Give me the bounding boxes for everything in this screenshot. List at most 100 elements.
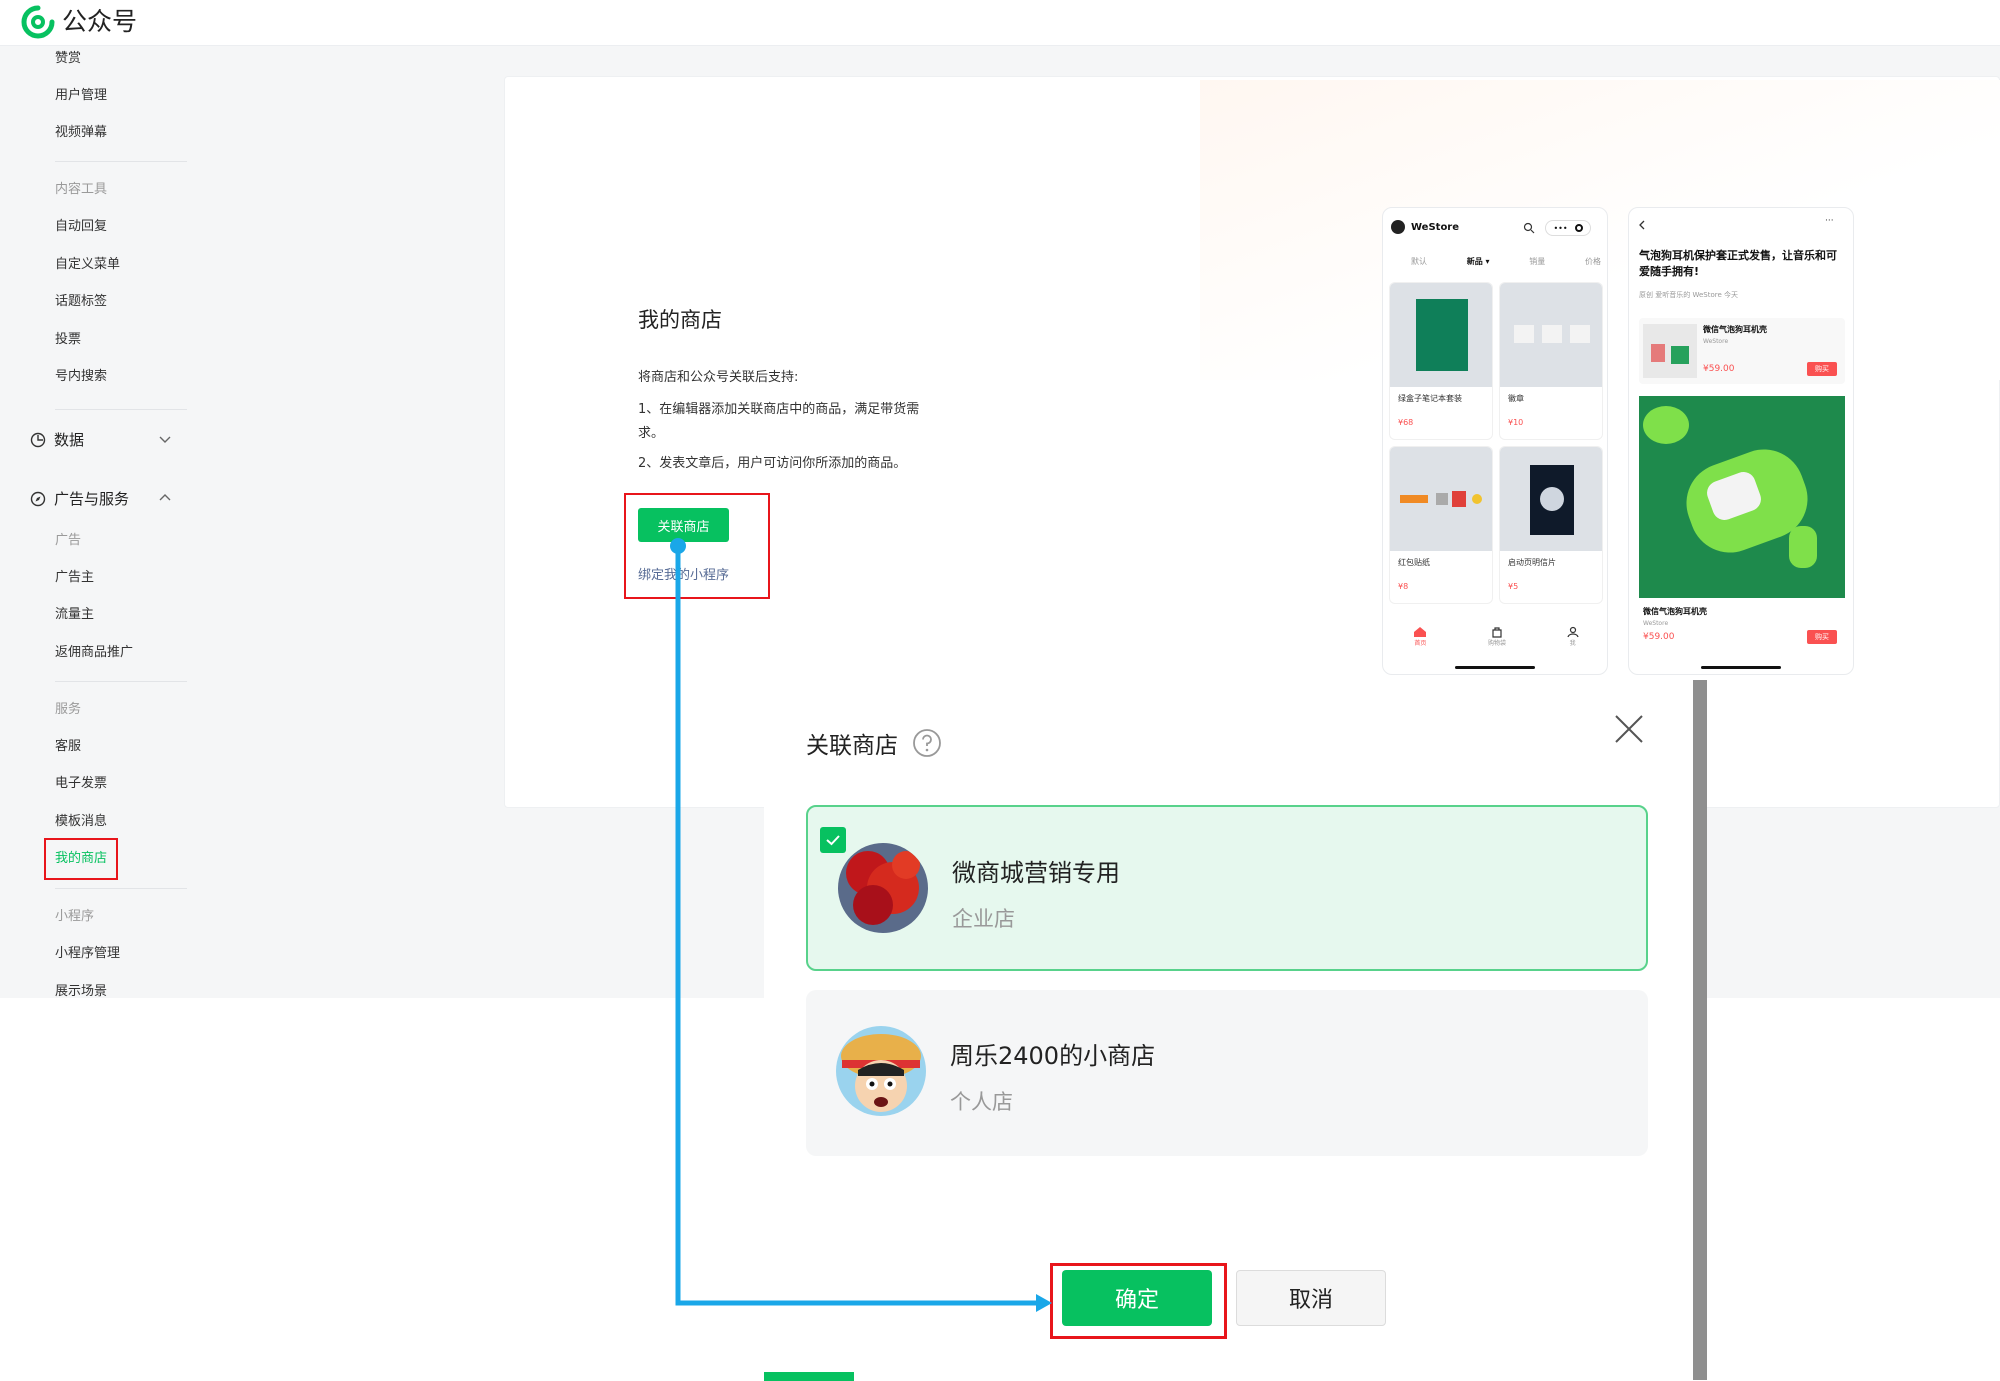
data-chart-icon xyxy=(30,432,46,448)
dialog-title: 关联商店 xyxy=(806,726,942,760)
buy-button: 购买 xyxy=(1807,362,1837,376)
page-title: 我的商店 xyxy=(638,308,722,332)
highlight-box-link-shop xyxy=(624,493,770,599)
nav-cart: 购物袋 xyxy=(1488,626,1506,647)
description-point-2: 2、发表文章后，用户可访问你所添加的商品。 xyxy=(638,456,907,471)
product-price: ¥59.00 xyxy=(1703,364,1735,374)
home-icon xyxy=(1414,627,1427,637)
description-intro: 将商店和公众号关联后支持: xyxy=(638,370,799,385)
tab-default: 默认 xyxy=(1411,257,1427,266)
more-icon: ••• xyxy=(1553,223,1568,233)
tab-price: 价格 xyxy=(1584,257,1601,266)
sidebar-item-publisher[interactable]: 流量主 xyxy=(55,606,94,624)
product-name: 启动页明信片 xyxy=(1508,558,1556,567)
article-meta: 原创 爱听音乐的 WeStore 今天 xyxy=(1639,291,1738,299)
sidebar-item-miniprogram-manage[interactable]: 小程序管理 xyxy=(55,945,120,963)
sidebar-item-users[interactable]: 用户管理 xyxy=(55,87,107,105)
product-card: 徽章 ¥10 xyxy=(1499,282,1603,440)
product-price: ¥10 xyxy=(1508,418,1524,427)
shop-name: 微商城营销专用 xyxy=(952,859,1120,887)
sidebar-item-advertiser[interactable]: 广告主 xyxy=(55,569,94,587)
product-image xyxy=(1390,283,1492,387)
avatar xyxy=(836,1026,926,1116)
sidebar-group-ads-services[interactable]: 广告与服务 xyxy=(30,489,180,509)
shop-description: 将商店和公众号关联后支持: 1、在编辑器添加关联商店中的商品，满足带货需求。 2… xyxy=(638,366,928,482)
store-name: WeStore xyxy=(1411,221,1460,233)
wechat-official-logo-icon[interactable] xyxy=(20,4,56,40)
bag-icon xyxy=(1492,627,1502,638)
help-icon[interactable] xyxy=(912,728,942,758)
sidebar-divider xyxy=(55,681,187,682)
article-image xyxy=(1639,396,1845,598)
shop-type: 个人店 xyxy=(950,1090,1013,1114)
shop-option-personal[interactable]: 周乐2400的小商店 个人店 xyxy=(806,990,1648,1156)
sidebar-item-video-danmaku[interactable]: 视频弹幕 xyxy=(55,124,107,142)
store-logo-icon xyxy=(1391,220,1405,234)
shop-name: 周乐2400的小商店 xyxy=(950,1042,1156,1070)
sidebar-category-ads: 广告 xyxy=(55,533,82,548)
capsule-menu: ••• xyxy=(1545,220,1591,236)
store-tabs: 默认 新品 ▾ 销量 价格 xyxy=(1411,256,1601,267)
product-name: 微信气泡狗耳机壳 xyxy=(1703,325,1767,334)
top-bar: 公众号 xyxy=(0,0,2000,46)
highlight-box-my-shop xyxy=(44,838,118,880)
store-bottom-nav: 首页 购物袋 我 xyxy=(1383,626,1607,647)
tab-sales: 销量 xyxy=(1529,257,1546,266)
sidebar-category-content: 内容工具 xyxy=(55,182,108,197)
nav-me: 我 xyxy=(1567,626,1579,647)
sidebar-divider xyxy=(55,888,187,889)
compass-icon xyxy=(30,491,46,507)
sidebar-item-e-invoice[interactable]: 电子发票 xyxy=(55,775,107,793)
cartoon-avatar xyxy=(836,1026,926,1116)
user-icon xyxy=(1567,626,1579,638)
cancel-button[interactable]: 取消 xyxy=(1236,1270,1386,1326)
more-icon: ··· xyxy=(1825,216,1834,226)
product-card: 启动页明信片 ¥5 xyxy=(1499,446,1603,604)
store-header: WeStore xyxy=(1391,220,1459,234)
sidebar-divider xyxy=(55,409,187,410)
sidebar-item-reward[interactable]: 赞赏 xyxy=(55,50,81,68)
sidebar-item-vote[interactable]: 投票 xyxy=(55,331,81,349)
sidebar-item-customer-service[interactable]: 客服 xyxy=(55,738,81,756)
sidebar-item-custom-menu[interactable]: 自定义菜单 xyxy=(55,256,120,274)
product-image xyxy=(1500,447,1602,551)
sidebar-item-auto-reply[interactable]: 自动回复 xyxy=(55,218,107,236)
product-name: 绿盒子笔记本套装 xyxy=(1398,394,1462,403)
sidebar-item-topic-tags[interactable]: 话题标签 xyxy=(55,293,107,311)
dialog-title-text: 关联商店 xyxy=(806,733,898,759)
product-card: 绿盒子笔记本套装 ¥68 xyxy=(1389,282,1493,440)
buy-button: 购买 xyxy=(1807,630,1837,644)
product-image xyxy=(1390,447,1492,551)
check-icon xyxy=(826,835,840,846)
home-indicator xyxy=(1455,666,1535,669)
tab-new: 新品 ▾ xyxy=(1466,257,1490,266)
product-name: 徽章 xyxy=(1508,394,1524,403)
article-title: 气泡狗耳机保护套正式发售，让音乐和可爱随手拥有! xyxy=(1639,249,1837,278)
phone-preview-article: ··· 气泡狗耳机保护套正式发售，让音乐和可爱随手拥有! 原创 爱听音乐的 We… xyxy=(1628,207,1854,675)
checkbox-checked[interactable] xyxy=(820,827,846,853)
sidebar-category-service: 服务 xyxy=(55,702,82,717)
sidebar-item-commission-products[interactable]: 返佣商品推广 xyxy=(55,644,133,662)
sidebar-group-data[interactable]: 数据 xyxy=(30,430,180,450)
record-icon xyxy=(1574,224,1583,232)
phone-preview-store: WeStore ••• 默认 新品 ▾ 销量 价格 绿盒子笔记本套装 ¥68 徽… xyxy=(1382,207,1608,675)
product-card: 红包贴纸 ¥8 xyxy=(1389,446,1493,604)
back-icon xyxy=(1639,220,1645,230)
product-name: 微信气泡狗耳机壳 xyxy=(1643,607,1707,616)
home-indicator xyxy=(1701,666,1781,669)
shop-option-enterprise[interactable]: 微商城营销专用 企业店 xyxy=(806,805,1648,971)
nav-home: 首页 xyxy=(1413,626,1427,647)
highlight-box-confirm xyxy=(1050,1263,1227,1339)
close-icon[interactable] xyxy=(1614,714,1644,744)
product-image xyxy=(1500,283,1602,387)
sidebar-item-display-scene[interactable]: 展示场景 xyxy=(55,983,107,998)
brand-name: 公众号 xyxy=(62,7,138,36)
chevron-down-icon xyxy=(159,436,171,443)
product-name: 红包贴纸 xyxy=(1398,558,1430,567)
modal-shadow xyxy=(1693,680,1707,1380)
sidebar-item-search[interactable]: 号内搜索 xyxy=(55,368,107,386)
product-price: ¥59.00 xyxy=(1643,632,1675,642)
sidebar-group-label: 广告与服务 xyxy=(54,490,130,508)
product-image xyxy=(1643,324,1697,378)
sidebar-item-template-message[interactable]: 模板消息 xyxy=(55,813,107,831)
